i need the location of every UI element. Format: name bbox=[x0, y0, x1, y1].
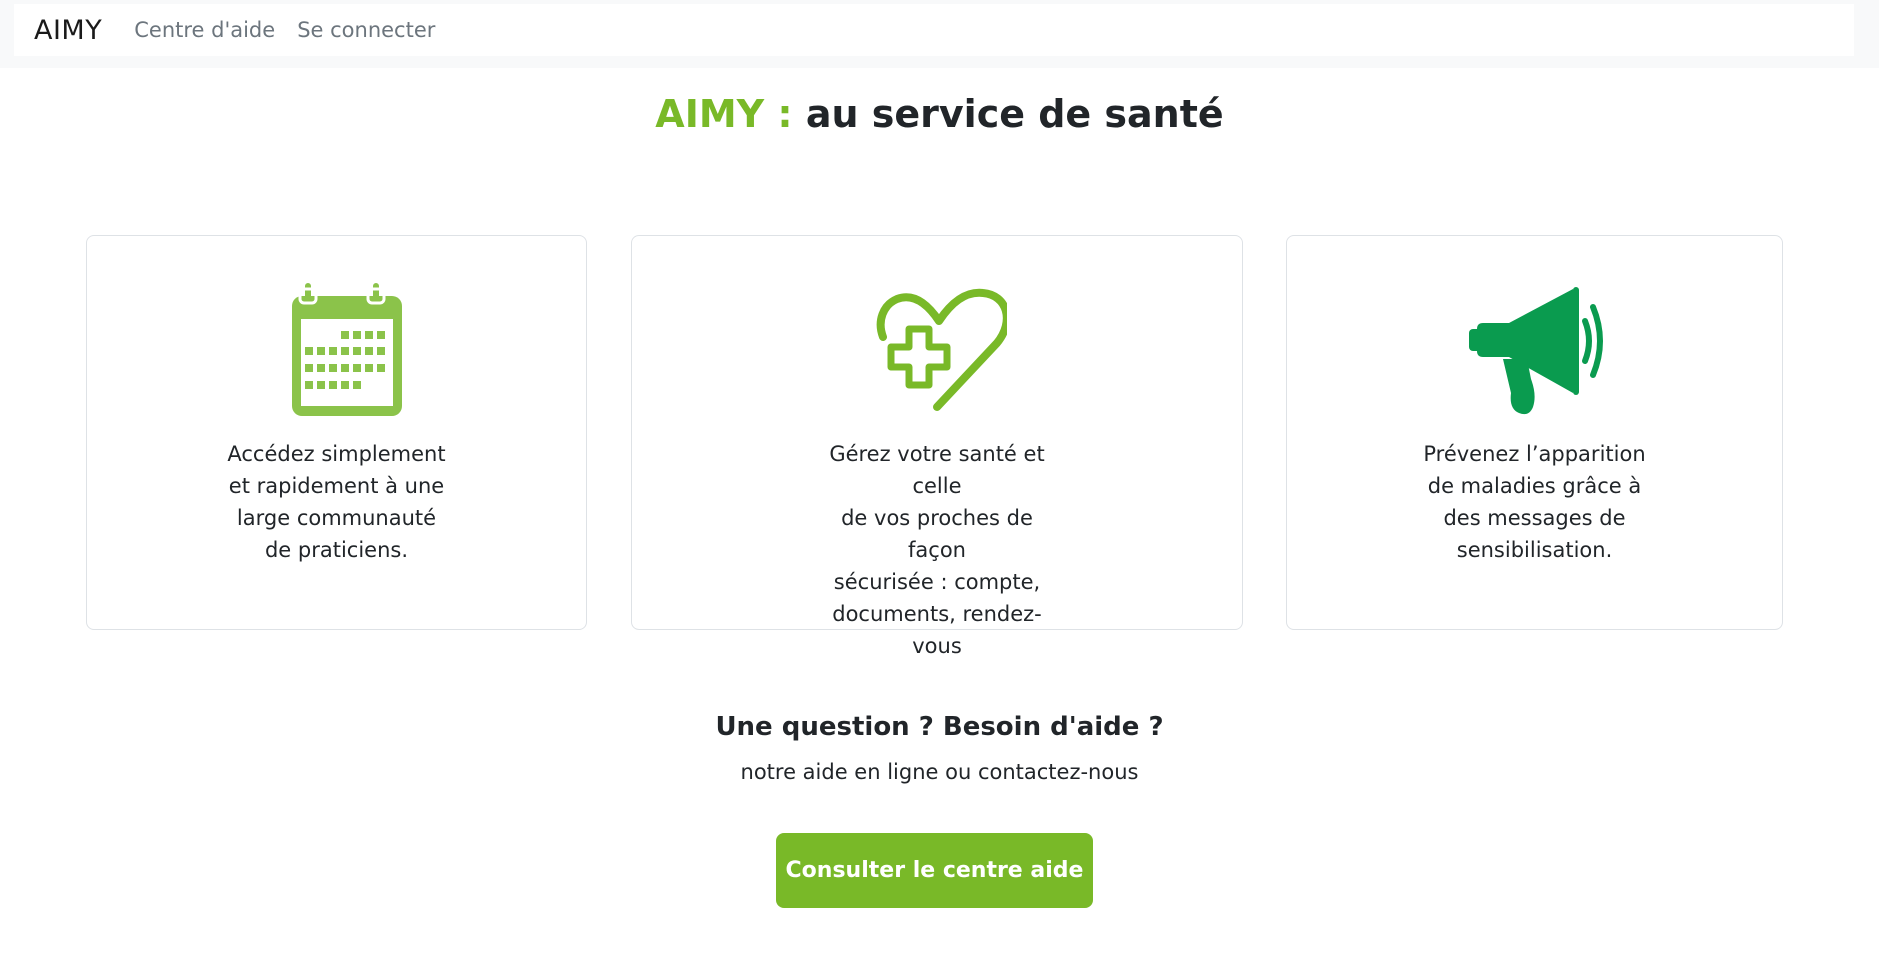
feature-card-prevention: Prévenez l’apparition de maladies grâce … bbox=[1286, 235, 1783, 630]
feature-text-practitioners: Accédez simplement et rapidement à une l… bbox=[227, 442, 446, 562]
feature-card-health-management: Gérez votre santé et celle de vos proche… bbox=[631, 235, 1243, 658]
page-title: AIMY : au service de santé bbox=[0, 92, 1879, 136]
nav-link-login[interactable]: Se connecter bbox=[297, 18, 435, 42]
feature-card-practitioners: Accédez simplement et rapidement à une l… bbox=[86, 235, 587, 630]
nav-link-help-center[interactable]: Centre d'aide bbox=[134, 18, 275, 42]
megaphone-icon bbox=[1465, 281, 1605, 421]
brand-logo[interactable]: AIMY bbox=[34, 15, 102, 46]
page-title-rest: au service de santé bbox=[805, 92, 1224, 136]
navbar: AIMY Centre d'aide Se connecter bbox=[14, 4, 1854, 56]
page-title-accent: AIMY : bbox=[655, 92, 793, 136]
top-bar: AIMY Centre d'aide Se connecter bbox=[0, 0, 1879, 68]
calendar-icon bbox=[267, 281, 407, 421]
feature-text-health-management: Gérez votre santé et celle de vos proche… bbox=[829, 442, 1045, 658]
help-subtitle: notre aide en ligne ou contactez-nous bbox=[740, 760, 1139, 784]
help-title: Une question ? Besoin d'aide ? bbox=[715, 712, 1164, 742]
help-center-button[interactable]: Consulter le centre aide bbox=[776, 833, 1093, 908]
heart-medical-cross-icon bbox=[867, 281, 1011, 421]
feature-text-prevention: Prévenez l’apparition de maladies grâce … bbox=[1423, 442, 1646, 562]
